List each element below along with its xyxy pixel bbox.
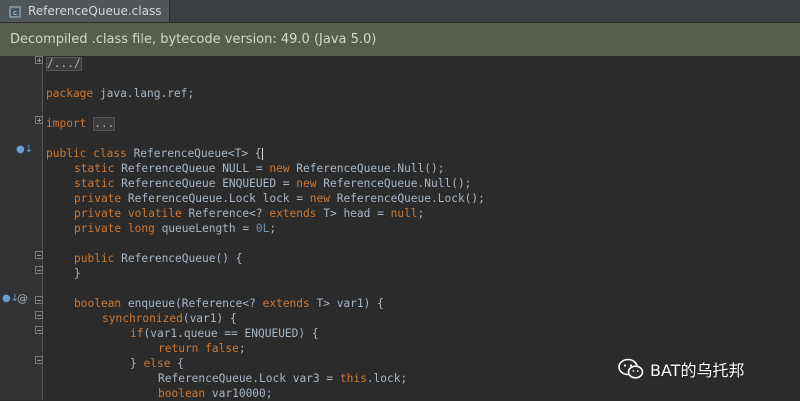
code-line-synchronized: synchronized(var1) { bbox=[102, 312, 237, 325]
java-class-file-icon: c bbox=[8, 4, 22, 18]
fold-expand-icon[interactable] bbox=[35, 116, 43, 124]
editor-tab-bar: c ReferenceQueue.class bbox=[0, 0, 800, 23]
annotation-at-icon: @ bbox=[17, 292, 28, 305]
editor-gutter bbox=[0, 56, 42, 400]
code-line-class-decl: public class ReferenceQueue<T> { bbox=[46, 147, 263, 160]
fold-collapse-icon[interactable] bbox=[35, 266, 43, 274]
code-line-constructor: public ReferenceQueue() { bbox=[74, 252, 243, 265]
code-line-field-lock: private ReferenceQueue.Lock lock = new R… bbox=[74, 192, 485, 205]
tab-label: ReferenceQueue.class bbox=[28, 4, 162, 18]
implemented-method-icon[interactable]: ●↓ bbox=[16, 144, 33, 155]
code-line-field-null: static ReferenceQueue NULL = new Referen… bbox=[74, 162, 445, 175]
code-line-if: if(var1.queue == ENQUEUED) { bbox=[130, 327, 319, 340]
code-line-folded-header: /.../ bbox=[46, 57, 82, 71]
code-line-field-head: private volatile Reference<? extends T> … bbox=[74, 207, 425, 220]
tab-referencequeue-class[interactable]: c ReferenceQueue.class bbox=[0, 0, 170, 22]
code-line-package: package java.lang.ref; bbox=[46, 87, 195, 100]
fold-collapse-icon[interactable] bbox=[35, 326, 43, 334]
watermark: BAT的乌托邦 bbox=[618, 356, 744, 382]
code-line-else: } else { bbox=[130, 357, 184, 370]
code-line-constructor-close: } bbox=[74, 267, 81, 280]
banner-text: Decompiled .class file, bytecode version… bbox=[10, 32, 377, 47]
code-line-field-queuelength: private long queueLength = 0L; bbox=[74, 222, 277, 235]
watermark-text: BAT的乌托邦 bbox=[650, 361, 745, 380]
text-caret bbox=[261, 148, 263, 160]
decompiled-notice-banner: Decompiled .class file, bytecode version… bbox=[0, 23, 800, 56]
code-line-import: import ... bbox=[46, 117, 116, 131]
code-line-field-enqueued: static ReferenceQueue ENQUEUED = new Ref… bbox=[74, 177, 472, 190]
fold-collapse-icon[interactable] bbox=[35, 296, 43, 304]
fold-expand-icon[interactable] bbox=[35, 56, 43, 64]
fold-collapse-icon[interactable] bbox=[35, 356, 43, 364]
code-line-enqueue-method: boolean enqueue(Reference<? extends T> v… bbox=[74, 297, 384, 310]
code-line-boolean-var: boolean var10000; bbox=[158, 387, 273, 400]
code-line-return-false: return false; bbox=[158, 342, 246, 355]
wechat-icon bbox=[618, 358, 644, 380]
fold-collapse-icon[interactable] bbox=[35, 251, 43, 259]
code-line-lock-var: ReferenceQueue.Lock var3 = this.lock; bbox=[158, 372, 408, 385]
svg-text:c: c bbox=[13, 9, 17, 17]
code-editor[interactable]: /.../ package java.lang.ref; import ... … bbox=[43, 56, 800, 400]
fold-collapse-icon[interactable] bbox=[35, 311, 43, 319]
